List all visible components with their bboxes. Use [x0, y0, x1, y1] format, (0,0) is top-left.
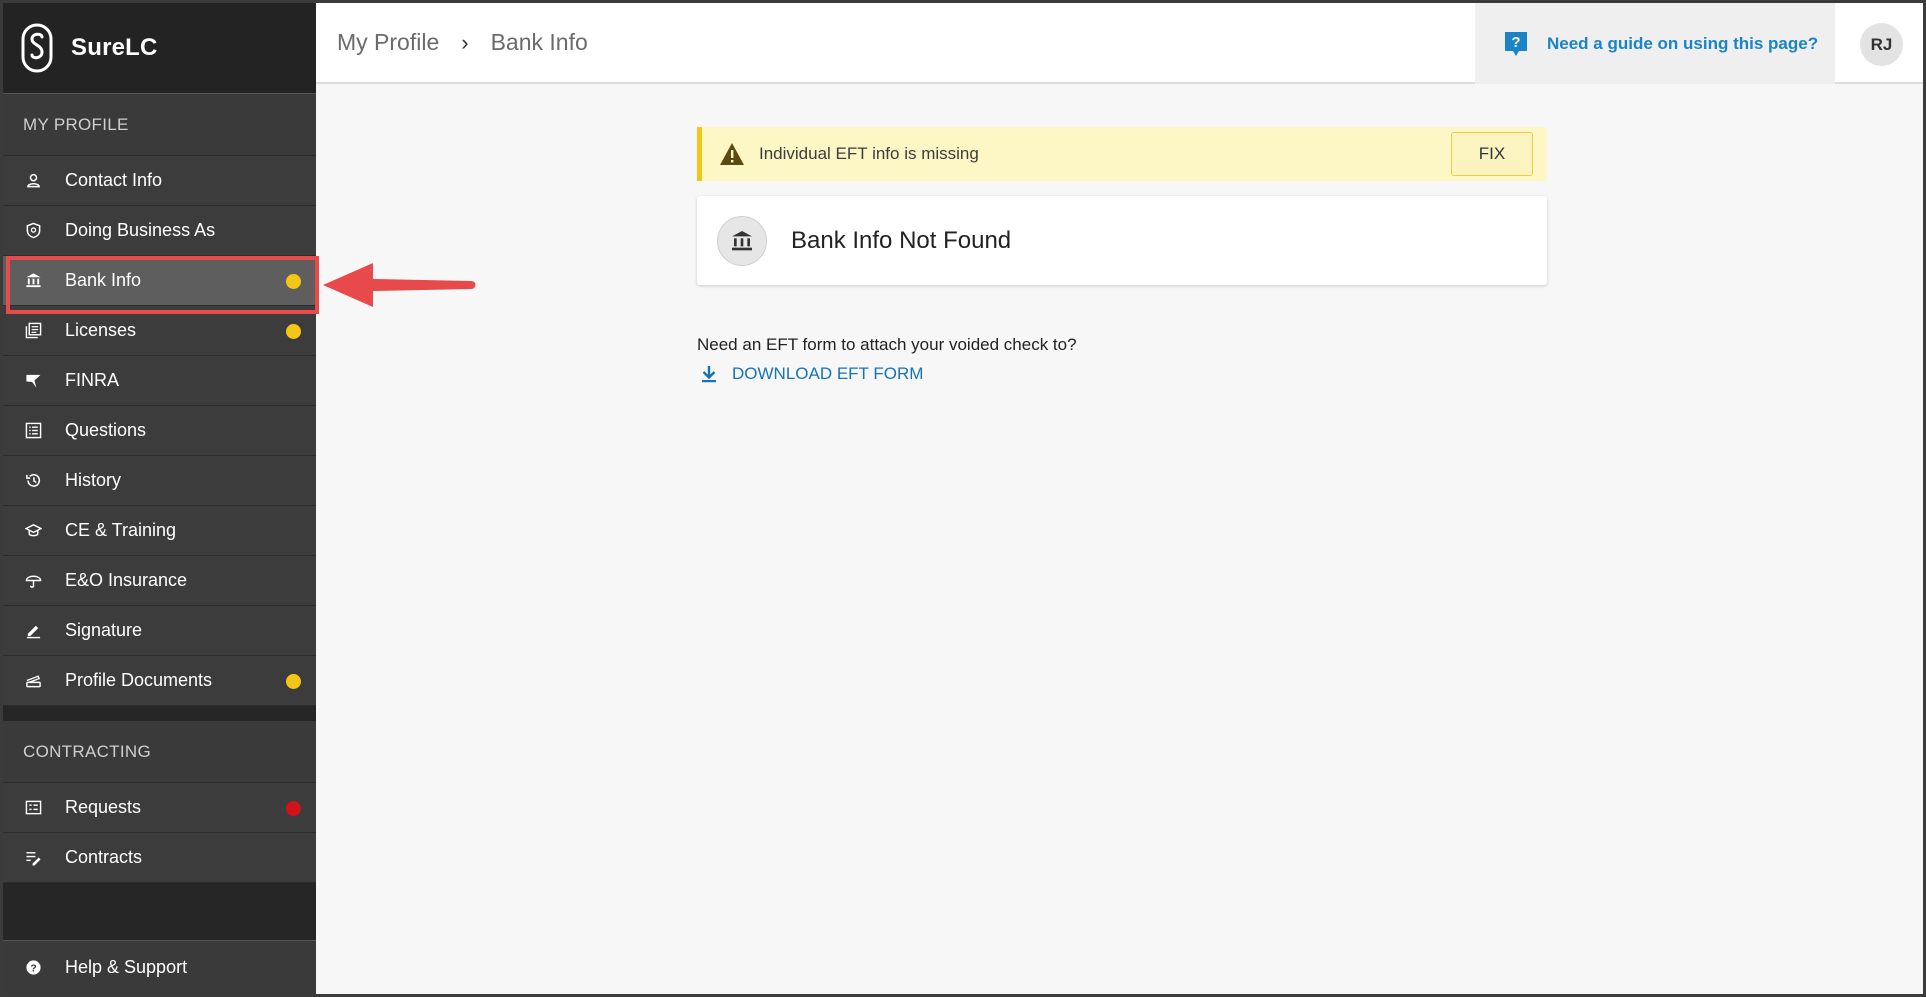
- svg-text:?: ?: [1511, 34, 1520, 51]
- breadcrumb-current: Bank Info: [490, 29, 588, 55]
- download-eft-form-link[interactable]: DOWNLOAD EFT FORM: [700, 364, 923, 384]
- sidebar-item-label: Signature: [65, 620, 143, 640]
- chevron-right-icon: ›: [461, 29, 469, 55]
- top-bar: My Profile › Bank Info ? Need a guide on…: [316, 3, 1923, 84]
- help-circle-icon: ?: [23, 957, 43, 977]
- sidebar-item-label: Contact Info: [65, 170, 163, 190]
- umbrella-icon: [23, 571, 43, 591]
- card-title: Bank Info Not Found: [791, 226, 1012, 254]
- licenses-icon: [23, 321, 43, 341]
- warning-status-dot: [286, 674, 301, 689]
- alert-message: Individual EFT info is missing: [759, 144, 979, 163]
- person-icon: [23, 171, 43, 191]
- sidebar-item-label: FINRA: [65, 370, 119, 390]
- brand[interactable]: SureLC: [3, 3, 316, 94]
- brand-name: SureLC: [71, 34, 158, 61]
- surelc-logo-icon: [21, 23, 53, 73]
- badge-icon: [23, 221, 43, 241]
- download-icon: [702, 366, 716, 383]
- sidebar-item-questions[interactable]: Questions: [3, 406, 316, 456]
- requests-icon: [23, 798, 43, 818]
- bank-icon: [23, 271, 43, 291]
- app-window: SureLC MY PROFILE Contact Info Doing Bus…: [0, 0, 1926, 997]
- warning-status-dot: [286, 274, 301, 289]
- section-divider: [3, 706, 316, 721]
- sidebar-item-label: Requests: [65, 797, 142, 817]
- sidebar-item-label: Doing Business As: [65, 220, 216, 240]
- sidebar-item-label: Questions: [65, 420, 147, 440]
- history-icon: [23, 471, 43, 491]
- sidebar-item-licenses[interactable]: Licenses: [3, 306, 316, 356]
- my-profile-header: MY PROFILE: [3, 94, 316, 156]
- list-icon: [23, 421, 43, 441]
- sidebar-item-finra[interactable]: FINRA: [3, 356, 316, 406]
- sidebar-item-label: E&O Insurance: [65, 570, 188, 590]
- finra-icon: [23, 371, 43, 391]
- sidebar-item-label: Licenses: [65, 320, 137, 340]
- my-profile-section: MY PROFILE Contact Info Doing Business A…: [3, 94, 316, 706]
- help-bubble-icon: ?: [1505, 31, 1527, 56]
- breadcrumb-parent-link[interactable]: My Profile: [337, 29, 439, 56]
- sidebar-item-label: Profile Documents: [65, 670, 213, 690]
- warning-status-dot: [286, 324, 301, 339]
- help-support-section: ? Help & Support: [3, 940, 316, 994]
- sidebar-item-history[interactable]: History: [3, 456, 316, 506]
- svg-text:?: ?: [30, 963, 36, 974]
- contract-edit-icon: [23, 848, 43, 868]
- fix-button[interactable]: FIX: [1451, 132, 1533, 176]
- contracting-header: CONTRACTING: [3, 721, 316, 783]
- page-guide-link[interactable]: ? Need a guide on using this page?: [1475, 3, 1835, 84]
- sidebar-item-label: Contracts: [65, 847, 143, 867]
- sidebar-item-contact-info[interactable]: Contact Info: [3, 156, 316, 206]
- sidebar-item-contracts[interactable]: Contracts: [3, 833, 316, 883]
- sidebar-item-signature[interactable]: Signature: [3, 606, 316, 656]
- warning-triangle-icon: [720, 143, 744, 165]
- sidebar-item-doing-business-as[interactable]: Doing Business As: [3, 206, 316, 256]
- graduation-cap-icon: [23, 521, 43, 541]
- breadcrumb: My Profile › Bank Info: [316, 29, 588, 56]
- bank-icon: [717, 215, 767, 266]
- sidebar-item-label: Bank Info: [65, 270, 142, 290]
- sidebar-item-label: History: [65, 470, 122, 490]
- avatar[interactable]: RJ: [1860, 23, 1903, 66]
- scanner-icon: [23, 671, 43, 691]
- sidebar-item-label: Help & Support: [65, 956, 188, 977]
- eft-missing-alert: Individual EFT info is missing FIX: [697, 127, 1547, 181]
- pen-icon: [23, 621, 43, 641]
- error-status-dot: [286, 801, 301, 816]
- contracting-section: CONTRACTING Requests Contracts: [3, 721, 316, 883]
- sidebar-item-ce-training[interactable]: CE & Training: [3, 506, 316, 556]
- sidebar-item-bank-info[interactable]: Bank Info: [3, 256, 316, 306]
- page-guide-label: Need a guide on using this page?: [1547, 33, 1819, 53]
- sidebar-item-eo-insurance[interactable]: E&O Insurance: [3, 556, 316, 606]
- bank-info-card: Bank Info Not Found: [697, 196, 1547, 285]
- sidebar-item-profile-documents[interactable]: Profile Documents: [3, 656, 316, 706]
- annotation-arrow-icon: [323, 263, 476, 307]
- sidebar-item-requests[interactable]: Requests: [3, 783, 316, 833]
- eft-question-text: Need an EFT form to attach your voided c…: [697, 335, 1077, 354]
- sidebar-item-label: CE & Training: [65, 520, 177, 540]
- sidebar: SureLC MY PROFILE Contact Info Doing Bus…: [3, 3, 316, 994]
- download-eft-form-label: DOWNLOAD EFT FORM: [732, 364, 924, 383]
- sidebar-item-help-support[interactable]: ? Help & Support: [3, 941, 316, 993]
